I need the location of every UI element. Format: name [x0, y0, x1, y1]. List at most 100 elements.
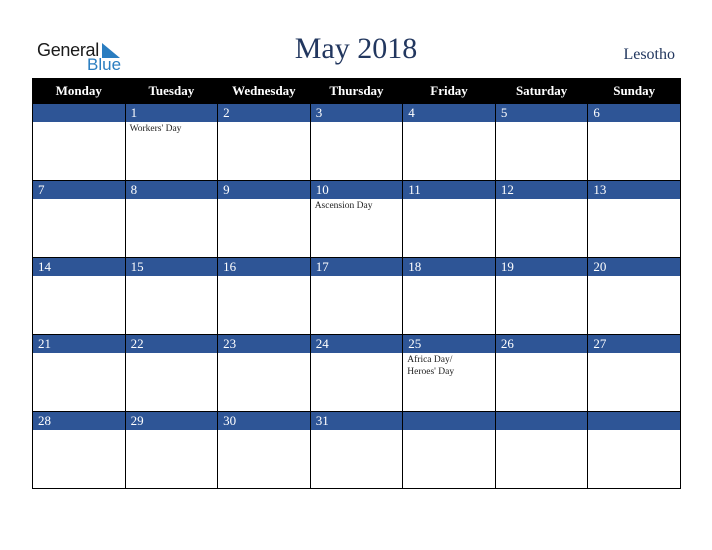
holiday-label: Africa Day/Heroes' Day [407, 355, 455, 377]
holiday-label [311, 353, 403, 354]
day-cell[interactable]: 8 [124, 180, 219, 258]
day-cell[interactable]: 27 [587, 334, 681, 412]
holiday-label [588, 199, 680, 200]
day-cell[interactable]: 13 [587, 180, 681, 258]
day-number: 10 [310, 181, 403, 199]
day-cell[interactable]: 6 [587, 103, 681, 181]
day-number: 19 [495, 258, 588, 276]
day-number: 20 [588, 258, 680, 276]
holiday-label [126, 199, 218, 200]
day-number: 1 [125, 104, 218, 122]
holiday-label [126, 276, 218, 277]
holiday-label [218, 353, 310, 354]
day-cell[interactable]: 10 Ascension Day [309, 180, 404, 258]
day-cell[interactable]: 24 [309, 334, 404, 412]
day-cell[interactable]: 21 [32, 334, 126, 412]
day-cell[interactable]: 25 Africa Day/Heroes' Day [402, 334, 496, 412]
weekday-tuesday: Tuesday [124, 78, 219, 104]
day-cell[interactable]: 17 [309, 257, 404, 335]
holiday-label [33, 430, 125, 431]
holiday-label [588, 430, 680, 431]
day-cell[interactable] [32, 103, 126, 181]
holiday-label [588, 276, 680, 277]
day-cell[interactable]: 4 [402, 103, 496, 181]
day-cell[interactable]: 18 [402, 257, 496, 335]
day-cell[interactable]: 7 [32, 180, 126, 258]
day-number: 21 [33, 335, 125, 353]
day-cell[interactable] [402, 411, 496, 489]
day-cell[interactable]: 30 [217, 411, 311, 489]
holiday-label [126, 353, 218, 354]
day-cell[interactable]: 11 [402, 180, 496, 258]
day-cell[interactable]: 29 [124, 411, 219, 489]
day-number: 5 [495, 104, 588, 122]
day-cell[interactable] [587, 411, 681, 489]
day-cell[interactable]: 14 [32, 257, 126, 335]
holiday-label [403, 122, 495, 123]
holiday-label [496, 199, 588, 200]
day-cell[interactable]: 2 [217, 103, 311, 181]
day-cell[interactable] [494, 411, 589, 489]
day-number: 12 [495, 181, 588, 199]
weekday-saturday: Saturday [494, 78, 589, 104]
holiday-label [496, 430, 588, 431]
day-number [588, 412, 680, 430]
holiday-label [496, 122, 588, 123]
day-number: 7 [33, 181, 125, 199]
day-cell[interactable]: 31 [309, 411, 404, 489]
day-cell[interactable]: 23 [217, 334, 311, 412]
day-number [495, 412, 588, 430]
day-number: 15 [125, 258, 218, 276]
day-number [33, 104, 125, 122]
day-cell[interactable]: 9 [217, 180, 311, 258]
day-number: 6 [588, 104, 680, 122]
day-number: 18 [403, 258, 495, 276]
holiday-label [218, 430, 310, 431]
page-title: May 2018 [294, 32, 418, 65]
day-number: 22 [125, 335, 218, 353]
day-number: 23 [218, 335, 310, 353]
day-number: 11 [403, 181, 495, 199]
day-cell[interactable]: 3 [309, 103, 404, 181]
holiday-label [218, 199, 310, 200]
day-cell[interactable]: 28 [32, 411, 126, 489]
weekday-friday: Friday [402, 78, 496, 104]
day-number: 27 [588, 335, 680, 353]
day-number: 4 [403, 104, 495, 122]
holiday-label [311, 276, 403, 277]
day-cell[interactable]: 26 [494, 334, 589, 412]
day-number: 25 [403, 335, 495, 353]
day-cell[interactable]: 5 [494, 103, 589, 181]
day-number: 31 [310, 412, 403, 430]
day-cell[interactable]: 15 [124, 257, 219, 335]
holiday-label [33, 122, 125, 123]
day-cell[interactable]: 16 [217, 257, 311, 335]
day-cell[interactable]: 1 Workers' Day [124, 103, 219, 181]
holiday-label: Workers' Day [129, 124, 182, 134]
day-number: 30 [218, 412, 310, 430]
day-cell[interactable]: 22 [124, 334, 219, 412]
week-row: 14 15 16 17 18 19 20 [32, 257, 681, 335]
holiday-label [126, 430, 218, 431]
day-number: 17 [310, 258, 403, 276]
holiday-label [403, 199, 495, 200]
holiday-label [403, 430, 495, 431]
weekday-monday: Monday [32, 78, 126, 104]
weekday-sunday: Sunday [587, 78, 681, 104]
holiday-label [588, 122, 680, 123]
holiday-label [588, 353, 680, 354]
holiday-label [403, 276, 495, 277]
week-row: 21 22 23 24 25 Africa Day/Heroes' Day 26 27 [32, 334, 681, 412]
day-number: 9 [218, 181, 310, 199]
holiday-label [311, 122, 403, 123]
day-number: 16 [218, 258, 310, 276]
day-number: 13 [588, 181, 680, 199]
holiday-label [33, 276, 125, 277]
day-cell[interactable]: 20 [587, 257, 681, 335]
week-row: 28 29 30 31 [32, 411, 681, 489]
day-cell[interactable]: 19 [494, 257, 589, 335]
day-number: 2 [218, 104, 310, 122]
day-cell[interactable]: 12 [494, 180, 589, 258]
day-number: 14 [33, 258, 125, 276]
weekday-header-row: Monday Tuesday Wednesday Thursday Friday Satu… [32, 78, 681, 104]
